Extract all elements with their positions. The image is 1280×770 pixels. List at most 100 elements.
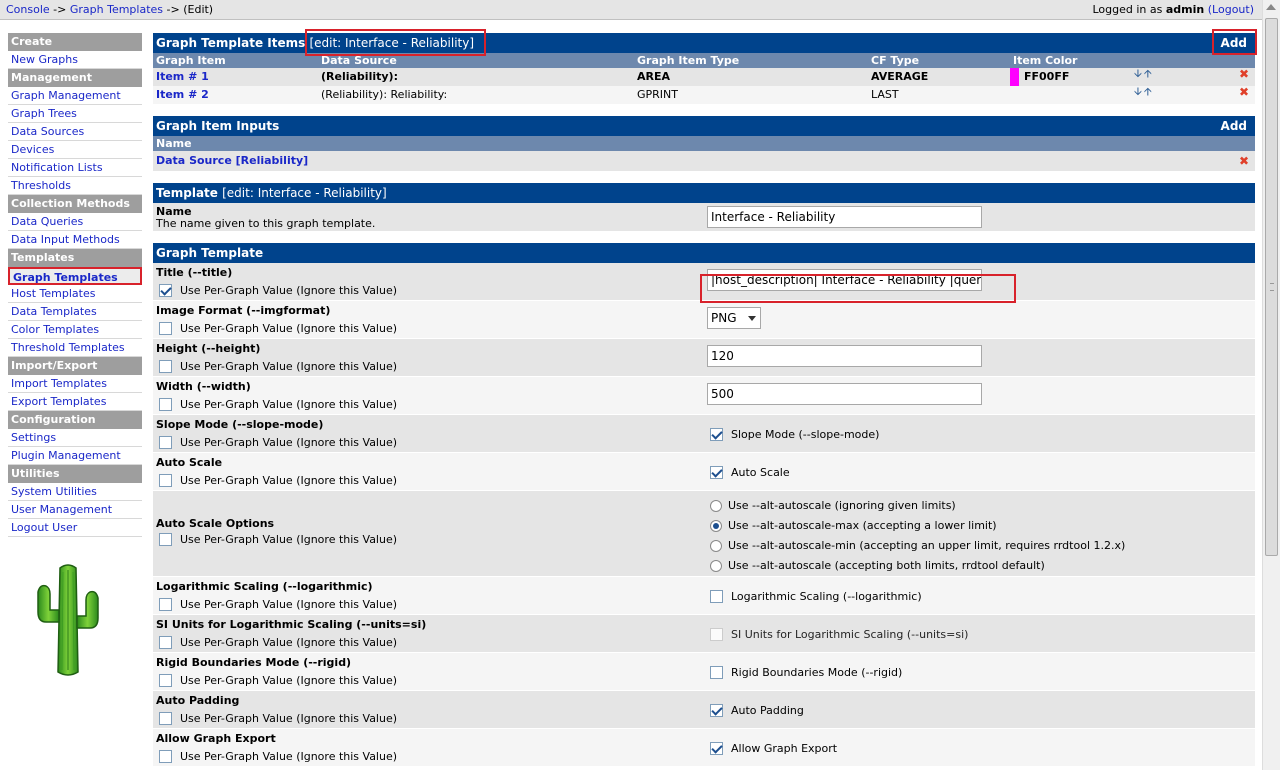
item-link[interactable]: Item # 1	[156, 68, 209, 86]
per-graph-checkbox[interactable]	[159, 598, 172, 611]
autoscale-radio-option[interactable]: Use --alt-autoscale-max (accepting a low…	[710, 519, 997, 532]
input-link[interactable]: Data Source [Reliability]	[156, 151, 308, 171]
move-up-arrow-icon[interactable]: 🡩	[1144, 67, 1154, 80]
si-checkbox[interactable]	[710, 628, 723, 641]
autoscale-option[interactable]: Auto Scale	[710, 466, 790, 479]
sidebar-item-label[interactable]: Graph Management	[11, 89, 121, 102]
sidebar-item-label[interactable]: System Utilities	[11, 485, 97, 498]
sidebar-item-settings[interactable]: Settings	[8, 429, 142, 447]
per-graph-checkbox[interactable]	[159, 322, 172, 335]
sidebar-item-label[interactable]: Color Templates	[11, 323, 99, 336]
sidebar-item-label[interactable]: Devices	[11, 143, 54, 156]
rigid-checkbox[interactable]	[710, 666, 723, 679]
autoscale-radio-option[interactable]: Use --alt-autoscale (accepting both limi…	[710, 559, 1045, 572]
sidebar-item-label[interactable]: Data Queries	[11, 215, 83, 228]
breadcrumb-graph-templates[interactable]: Graph Templates	[70, 3, 163, 16]
sidebar-item-host-templates[interactable]: Host Templates	[8, 285, 142, 303]
sidebar-item-data-sources[interactable]: Data Sources	[8, 123, 142, 141]
pad-option[interactable]: Auto Padding	[710, 704, 804, 717]
sidebar-item-devices[interactable]: Devices	[8, 141, 142, 159]
pad-checkbox[interactable]	[710, 704, 723, 717]
log-option[interactable]: Logarithmic Scaling (--logarithmic)	[710, 590, 922, 603]
logout-link[interactable]: (Logout)	[1208, 3, 1254, 16]
sidebar-item-graph-templates[interactable]: Graph Templates	[8, 267, 142, 285]
radio-button[interactable]	[710, 499, 722, 512]
sidebar-item-graph-trees[interactable]: Graph Trees	[8, 105, 142, 123]
sidebar-item-color-templates[interactable]: Color Templates	[8, 321, 142, 339]
sidebar-item-label[interactable]: Threshold Templates	[11, 341, 125, 354]
per-graph-checkbox[interactable]	[159, 360, 172, 373]
radio-button[interactable]	[710, 539, 722, 552]
breadcrumb-console[interactable]: Console	[6, 3, 50, 16]
sidebar-item-label[interactable]: Data Sources	[11, 125, 84, 138]
per-graph-checkbox[interactable]	[159, 474, 172, 487]
sidebar-item-data-templates[interactable]: Data Templates	[8, 303, 142, 321]
slope-option[interactable]: Slope Mode (--slope-mode)	[710, 428, 879, 441]
per-graph-checkbox[interactable]	[159, 533, 172, 546]
item-link[interactable]: Item # 2	[156, 86, 209, 104]
si-option[interactable]: SI Units for Logarithmic Scaling (--unit…	[710, 628, 968, 641]
sidebar-item-plugin-management[interactable]: Plugin Management	[8, 447, 142, 465]
rigid-option[interactable]: Rigid Boundaries Mode (--rigid)	[710, 666, 902, 679]
delete-icon[interactable]: ✖	[1239, 68, 1249, 80]
sidebar-item-label[interactable]: Logout User	[11, 521, 77, 534]
sidebar-item-label[interactable]: Settings	[11, 431, 56, 444]
section-title: Graph Item Inputs	[156, 119, 280, 133]
move-up-arrow-icon[interactable]: 🡩	[1144, 85, 1154, 98]
sidebar-item-data-input-methods[interactable]: Data Input Methods	[8, 231, 142, 249]
move-down-arrow-icon[interactable]: 🡫	[1134, 85, 1144, 98]
export-checkbox[interactable]	[710, 742, 723, 755]
scrollbar-thumb[interactable]	[1265, 18, 1278, 556]
sidebar-item-label[interactable]: Data Templates	[11, 305, 97, 318]
imgformat-select[interactable]: PNG	[707, 307, 761, 329]
per-graph-checkbox[interactable]	[159, 436, 172, 449]
sidebar-item-notification-lists[interactable]: Notification Lists	[8, 159, 142, 177]
sidebar-item-label[interactable]: User Management	[11, 503, 112, 516]
sidebar-item-label[interactable]: Graph Templates	[13, 271, 118, 284]
sidebar-item-label[interactable]: Host Templates	[11, 287, 95, 300]
sidebar-item-import-templates[interactable]: Import Templates	[8, 375, 142, 393]
radio-label: Use --alt-autoscale (accepting both limi…	[728, 559, 1045, 572]
sidebar-item-label[interactable]: New Graphs	[11, 53, 78, 66]
sidebar-item-label[interactable]: Export Templates	[11, 395, 106, 408]
sidebar-item-export-templates[interactable]: Export Templates	[8, 393, 142, 411]
sidebar-item-label[interactable]: Graph Trees	[11, 107, 77, 120]
sidebar-item-system-utilities[interactable]: System Utilities	[8, 483, 142, 501]
sidebar-item-graph-management[interactable]: Graph Management	[8, 87, 142, 105]
scroll-up-arrow-icon[interactable]	[1266, 4, 1276, 10]
sidebar-item-threshold-templates[interactable]: Threshold Templates	[8, 339, 142, 357]
sidebar-item-label[interactable]: Import Templates	[11, 377, 107, 390]
sidebar-item-thresholds[interactable]: Thresholds	[8, 177, 142, 195]
per-graph-checkbox[interactable]	[159, 398, 172, 411]
autoscale-radio-option[interactable]: Use --alt-autoscale (ignoring given limi…	[710, 499, 956, 512]
autoscale-checkbox[interactable]	[710, 466, 723, 479]
vertical-scrollbar[interactable]	[1262, 0, 1280, 770]
per-graph-checkbox[interactable]	[159, 284, 172, 297]
sidebar-item-label[interactable]: Plugin Management	[11, 449, 121, 462]
sidebar-item-data-queries[interactable]: Data Queries	[8, 213, 142, 231]
slope-checkbox[interactable]	[710, 428, 723, 441]
sidebar-item-new-graphs[interactable]: New Graphs	[8, 51, 142, 69]
width-input[interactable]: 500	[707, 383, 982, 405]
per-graph-label: Use Per-Graph Value (Ignore this Value)	[180, 533, 398, 546]
delete-icon[interactable]: ✖	[1239, 155, 1249, 167]
sidebar-item-user-management[interactable]: User Management	[8, 501, 142, 519]
radio-button[interactable]	[710, 559, 722, 572]
delete-icon[interactable]: ✖	[1239, 86, 1249, 98]
sidebar-item-label[interactable]: Thresholds	[11, 179, 71, 192]
add-item-input-button[interactable]: Add	[1221, 116, 1247, 136]
per-graph-checkbox[interactable]	[159, 674, 172, 687]
height-input[interactable]: 120	[707, 345, 982, 367]
sidebar-item-label[interactable]: Data Input Methods	[11, 233, 120, 246]
per-graph-checkbox[interactable]	[159, 712, 172, 725]
move-down-arrow-icon[interactable]: 🡫	[1134, 67, 1144, 80]
sidebar-item-logout-user[interactable]: Logout User	[8, 519, 142, 537]
log-checkbox[interactable]	[710, 590, 723, 603]
export-option[interactable]: Allow Graph Export	[710, 742, 837, 755]
autoscale-radio-option[interactable]: Use --alt-autoscale-min (accepting an up…	[710, 539, 1125, 552]
sidebar-item-label[interactable]: Notification Lists	[11, 161, 103, 174]
per-graph-checkbox[interactable]	[159, 636, 172, 649]
template-name-input[interactable]: Interface - Reliability	[707, 206, 982, 228]
per-graph-checkbox[interactable]	[159, 750, 172, 763]
radio-button[interactable]	[710, 519, 722, 532]
